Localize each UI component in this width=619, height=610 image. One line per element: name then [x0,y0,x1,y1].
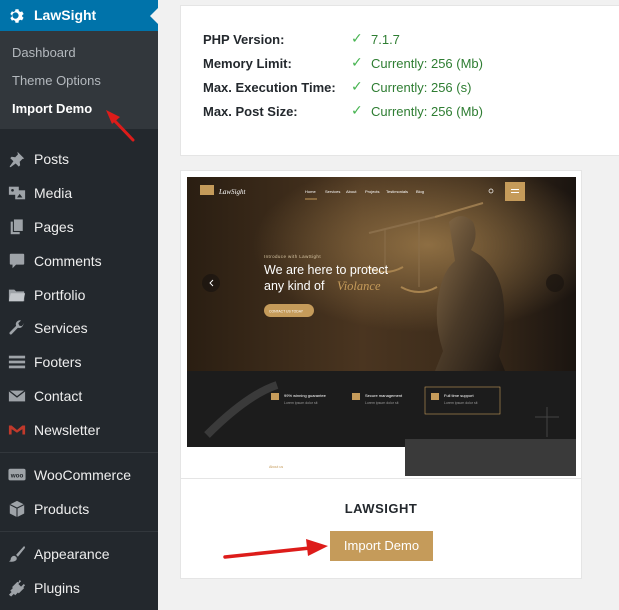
info-label: Max. Post Size: [203,104,298,119]
menu-label: Contact [34,388,83,404]
about-label: About us [269,465,283,469]
hero-headline-2: any kind of [264,279,325,293]
svg-text:woo: woo [10,472,24,479]
info-value: Currently: 256 (Mb) [371,104,483,119]
info-value: Currently: 256 (Mb) [371,56,483,71]
menu-item-contact[interactable]: Contact [0,381,158,411]
menu-item-services[interactable]: Services [0,313,158,343]
menu-label: Services [34,320,88,336]
menu-item-portfolio[interactable]: Portfolio [0,280,158,310]
demo-card: LawSight Home Services About Projects Te… [180,170,582,579]
menu-label: LawSight [34,7,97,23]
menu-label: Media [34,185,73,201]
woo-icon: woo [8,468,26,481]
hero-cta-label: CONTACT US TODAY [269,310,304,314]
slider-prev-icon [202,274,220,292]
menu-label: Portfolio [34,287,86,303]
logo-mark [200,185,214,195]
footers-icon [8,355,26,369]
slider-next-icon [546,274,564,292]
menu-label: Comments [34,253,102,269]
nav-home: Home [305,189,316,194]
annotation-arrow-button [223,539,328,559]
feature-sub: Lorem ipsum dolor sit [284,401,317,405]
nav-services: Services [325,189,340,194]
pages-icon [10,218,24,235]
demo-preview-image[interactable]: LawSight Home Services About Projects Te… [187,177,576,476]
menu-item-plugins[interactable]: Plugins [0,573,158,603]
menu-label: Products [34,501,90,517]
menu-item-woocommerce[interactable]: woo WooCommerce [0,460,158,490]
menu-item-newsletter[interactable]: Newsletter [0,415,158,445]
menu-item-pages[interactable]: Pages [0,212,158,242]
info-label: PHP Version: [203,32,285,47]
checkmark-icon: ✓ [351,54,363,70]
brush-icon [8,545,26,562]
system-info-card: PHP Version: ✓ 7.1.7 Memory Limit: ✓ Cur… [180,5,619,156]
gear-icon [10,9,24,23]
feature-icon [352,393,360,400]
submenu-import-demo[interactable]: Import Demo [12,101,92,116]
menu-item-lawsight[interactable]: LawSight [0,0,158,31]
menu-separator [0,531,158,532]
menu-item-media[interactable]: Media [0,178,158,208]
feature-icon [431,393,439,400]
menu-label: Newsletter [34,422,101,438]
hero-headline-accent: Violance [337,279,381,293]
menu-label: Appearance [34,546,110,562]
menu-item-products[interactable]: Products [0,494,158,524]
active-caret [150,8,158,24]
hero-kicker: Introduce with LawSight [264,254,321,259]
demo-preview-svg: LawSight Home Services About Projects Te… [187,177,576,476]
plug-icon [8,579,26,597]
checkmark-icon: ✓ [351,78,363,94]
nav-blog: Blog [416,189,424,194]
menu-separator [0,452,158,453]
annotation-arrow-sidebar [106,110,135,142]
nav-testimonials: Testimonials [386,189,408,194]
menu-icon [505,182,525,201]
menu-item-appearance[interactable]: Appearance [0,539,158,569]
comments-icon [9,253,25,269]
preview-logo: LawSight [218,188,247,196]
nav-about: About [346,189,357,194]
submenu-theme-options[interactable]: Theme Options [12,73,101,88]
feature-sub: Lorem ipsum dolor sit [444,401,477,405]
about-image [405,439,576,476]
menu-label: Footers [34,354,82,370]
nav-projects: Projects [365,189,379,194]
menu-label: Posts [34,151,70,167]
envelope-icon [8,390,26,402]
feature-sub: Lorem ipsum dolor sit [365,401,398,405]
feature-title: 99% winning guarantee [284,393,327,398]
info-value: Currently: 256 (s) [371,80,472,95]
import-demo-button[interactable]: Import Demo [330,531,433,561]
box-icon [9,500,25,518]
newsletter-icon [8,425,26,435]
feature-title: Full time support [444,393,474,398]
checkmark-icon: ✓ [351,102,363,118]
pin-icon [9,151,25,168]
menu-item-footers[interactable]: Footers [0,347,158,377]
feature-icon [271,393,279,400]
demo-name: LAWSIGHT [344,501,418,516]
info-label: Memory Limit: [203,56,292,71]
menu-item-posts[interactable]: Posts [0,144,158,174]
card-divider [181,478,581,479]
admin-sidebar: LawSight Dashboard Theme Options Import … [0,0,158,610]
menu-item-comments[interactable]: Comments [0,246,158,276]
features-band [187,371,576,447]
hero-headline-1: We are here to protect [264,263,389,277]
media-icon [8,186,26,200]
checkmark-icon: ✓ [351,30,363,46]
menu-label: Pages [34,219,74,235]
info-value: 7.1.7 [371,32,400,47]
menu-label: Plugins [34,580,80,596]
info-label: Max. Execution Time: [203,80,336,95]
folder-icon [8,289,26,302]
feature-title: Secure management [365,393,403,398]
wrench-icon [9,320,25,335]
menu-label: WooCommerce [34,467,131,483]
submenu-dashboard[interactable]: Dashboard [12,45,76,60]
